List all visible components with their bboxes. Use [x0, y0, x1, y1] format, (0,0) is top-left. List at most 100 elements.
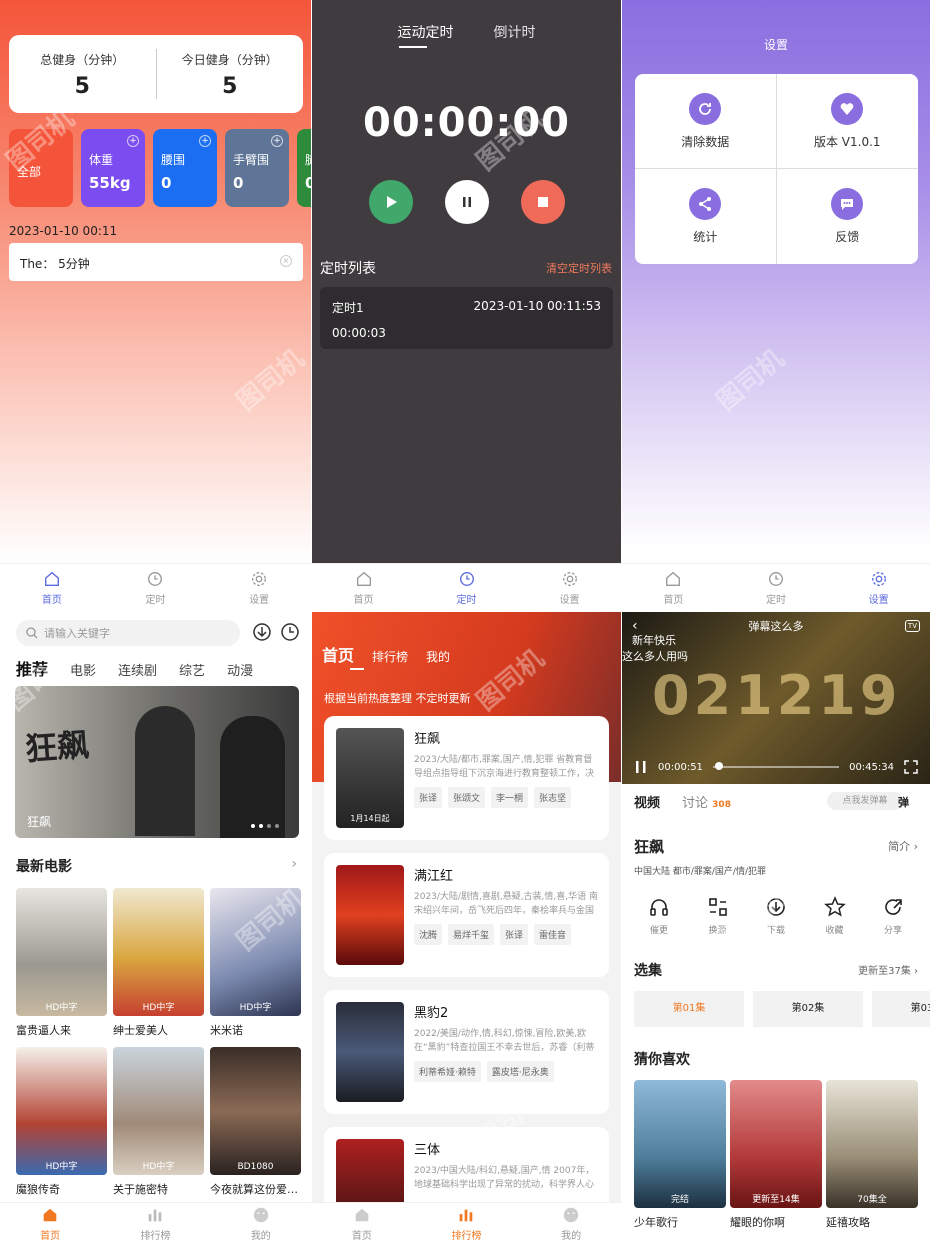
tv-cast-icon[interactable]: TV — [904, 620, 920, 632]
share-button[interactable]: 分享 — [868, 896, 918, 936]
tab-monthly[interactable]: 我的 — [426, 648, 450, 665]
actor-tag[interactable]: 易烊千玺 — [448, 924, 495, 945]
tab-home[interactable]: 首页 — [40, 1206, 60, 1242]
tab-series[interactable]: 连续剧 — [118, 660, 157, 679]
intro-link[interactable]: 简介 › — [888, 838, 918, 854]
chip-weight[interactable]: + 体重 55kg — [81, 129, 145, 207]
actor-tag[interactable]: 张志坚 — [534, 787, 572, 808]
tab-video[interactable]: 视频 — [634, 792, 660, 811]
smile-icon — [253, 1207, 269, 1222]
download-button[interactable]: 下载 — [751, 896, 801, 936]
history-icon[interactable] — [280, 622, 300, 642]
hot-item[interactable]: 满江红 2023/大陆/剧情,喜剧,悬疑,古装,情,喜,华语 南宋绍兴年间，岳飞死… — [324, 853, 609, 977]
tab-mine[interactable]: 我的 — [251, 1206, 271, 1242]
statistics-button[interactable]: 统计 — [635, 169, 777, 264]
episode-item[interactable]: 第03集 — [872, 991, 930, 1027]
timer-list-item[interactable]: 定时1 2023-01-10 00:11:53 00:00:03 — [320, 287, 613, 349]
recommend-card[interactable]: 完结 少年歌行 — [634, 1080, 726, 1230]
movie-card[interactable]: HD中字 绅士爱美人 — [113, 888, 204, 1038]
chip-all[interactable]: 全部 — [9, 129, 73, 207]
tab-workout-timer[interactable]: 运动定时 — [398, 22, 454, 42]
hot-item[interactable]: 黑豹2 2022/美国/动作,情,科幻,惊悚,冒险,欧美,欧 在“黑豹”特查拉国王… — [324, 990, 609, 1114]
progress-knob[interactable] — [715, 762, 724, 770]
actor-tag[interactable]: 张颂文 — [448, 787, 486, 808]
tab-anime[interactable]: 动漫 — [227, 660, 253, 679]
share-icon — [885, 899, 902, 915]
tab-settings[interactable]: 设置 — [249, 570, 269, 606]
chip-leg[interactable]: 腿0 — [297, 129, 311, 207]
tab-countdown[interactable]: 倒计时 — [494, 22, 536, 42]
chip-waist[interactable]: + 腰围 0 — [153, 129, 217, 207]
tab-settings[interactable]: 设置 — [869, 570, 889, 606]
movie-card[interactable]: HD中字 魔狼传奇 — [16, 1047, 107, 1197]
tab-movie[interactable]: 电影 — [70, 660, 96, 679]
video-player[interactable]: 021219 ‹ 弹幕这么多 TV 新年快乐 这么多人用吗 00:00:51 0… — [622, 612, 930, 784]
actor-tag[interactable]: 利蒂希娅·赖特 — [414, 1061, 481, 1082]
quality-badge: BD1080 — [237, 1162, 274, 1172]
close-icon[interactable]: × — [280, 255, 292, 267]
plus-icon[interactable]: + — [199, 135, 211, 147]
episode-item[interactable]: 第01集 — [634, 991, 744, 1027]
tab-settings[interactable]: 设置 — [560, 570, 580, 606]
settings-screen: 设置 清除数据 版本 V1.0.1 统计 反馈 首页 定时 设置 — [622, 0, 930, 611]
chip-arm[interactable]: + 手臂围 0 — [225, 129, 289, 207]
pause-icon[interactable] — [634, 760, 648, 774]
episode-item[interactable]: 第02集 — [753, 991, 863, 1027]
actor-tag[interactable]: 张译 — [414, 787, 443, 808]
progress-track[interactable] — [712, 762, 840, 770]
download-icon[interactable] — [252, 622, 272, 642]
episode-update-link[interactable]: 更新至37集 › — [858, 962, 918, 977]
switch-source-button[interactable]: 换源 — [693, 896, 743, 936]
tab-home[interactable]: 首页 — [354, 570, 374, 606]
tab-ranking[interactable]: 排行榜 — [140, 1206, 170, 1242]
play-button[interactable] — [368, 180, 413, 224]
tab-timer[interactable]: 定时 — [457, 570, 477, 606]
recommend-card[interactable]: 更新至14集 耀眼的你啊 — [730, 1080, 822, 1230]
version-button[interactable]: 版本 V1.0.1 — [776, 74, 918, 169]
clear-data-button[interactable]: 清除数据 — [635, 74, 777, 169]
actor-tag[interactable]: 沈腾 — [414, 924, 443, 945]
tab-discuss[interactable]: 讨论 308 — [682, 792, 731, 811]
danmu-toggle-button[interactable]: 弹 — [898, 794, 909, 810]
tab-daily[interactable]: 首页 — [322, 642, 354, 666]
tab-recommend[interactable]: 推荐 — [16, 656, 48, 680]
movie-name: 米米诺 — [210, 1024, 243, 1037]
favorite-button[interactable]: 收藏 — [810, 896, 860, 936]
recommend-card[interactable]: 70集全 延禧攻略 — [826, 1080, 918, 1230]
feedback-button[interactable]: 反馈 — [777, 169, 919, 264]
chevron-right-icon[interactable]: › — [291, 856, 297, 872]
record-item[interactable]: The： 5分钟 × — [9, 243, 303, 281]
tab-variety[interactable]: 综艺 — [179, 660, 205, 679]
movie-card[interactable]: HD中字 关于施密特 — [113, 1047, 204, 1197]
danmu-input[interactable]: 点我发弹幕 — [827, 792, 903, 810]
search-input[interactable]: 请输入关键字 — [16, 620, 240, 646]
actor-tag[interactable]: 李一桐 — [491, 787, 529, 808]
pause-button[interactable] — [444, 180, 489, 224]
tab-label: 设置 — [559, 594, 580, 606]
actor-tag[interactable]: 张译 — [500, 924, 529, 945]
stop-button[interactable] — [520, 180, 565, 224]
actor-tag[interactable]: 露皮塔·尼永奥 — [486, 1061, 554, 1082]
plus-icon[interactable]: + — [127, 135, 139, 147]
fullscreen-icon[interactable] — [904, 760, 918, 774]
actor-tag[interactable]: 雷佳音 — [534, 924, 572, 945]
tab-ranking[interactable]: 排行榜排行榜 — [451, 1206, 481, 1242]
tab-home[interactable]: 首页首页 — [352, 1206, 372, 1242]
stop-icon — [537, 197, 548, 207]
movie-card[interactable]: BD1080 今夜就算这份爱… — [210, 1047, 301, 1197]
movie-card[interactable]: HD中字 米米诺 — [210, 888, 301, 1038]
plus-icon[interactable]: + — [271, 135, 283, 147]
tab-timer[interactable]: 定时 — [145, 570, 165, 606]
movie-card[interactable]: HD中字 富贵逼人来 — [16, 888, 107, 1038]
tab-home[interactable]: 首页 — [663, 570, 683, 606]
tab-weekly[interactable]: 排行榜 — [372, 648, 408, 665]
tab-home[interactable]: 首页 — [42, 570, 62, 606]
tab-mine[interactable]: 我的 — [561, 1206, 581, 1242]
timer-list-title: 定时列表 — [320, 261, 376, 277]
tab-timer[interactable]: 定时 — [766, 570, 786, 606]
hot-item[interactable]: 1月14日起 狂飙 2023/大陆/都市,罪案,国产,情,犯罪 省教育督导组点指导… — [324, 716, 609, 840]
clear-timer-list[interactable]: 清空定时列表 — [546, 260, 612, 276]
star-icon — [823, 896, 846, 917]
urge-update-button[interactable]: 催更 — [634, 896, 684, 936]
hero-banner[interactable]: 狂飙 狂飙 — [15, 686, 299, 838]
